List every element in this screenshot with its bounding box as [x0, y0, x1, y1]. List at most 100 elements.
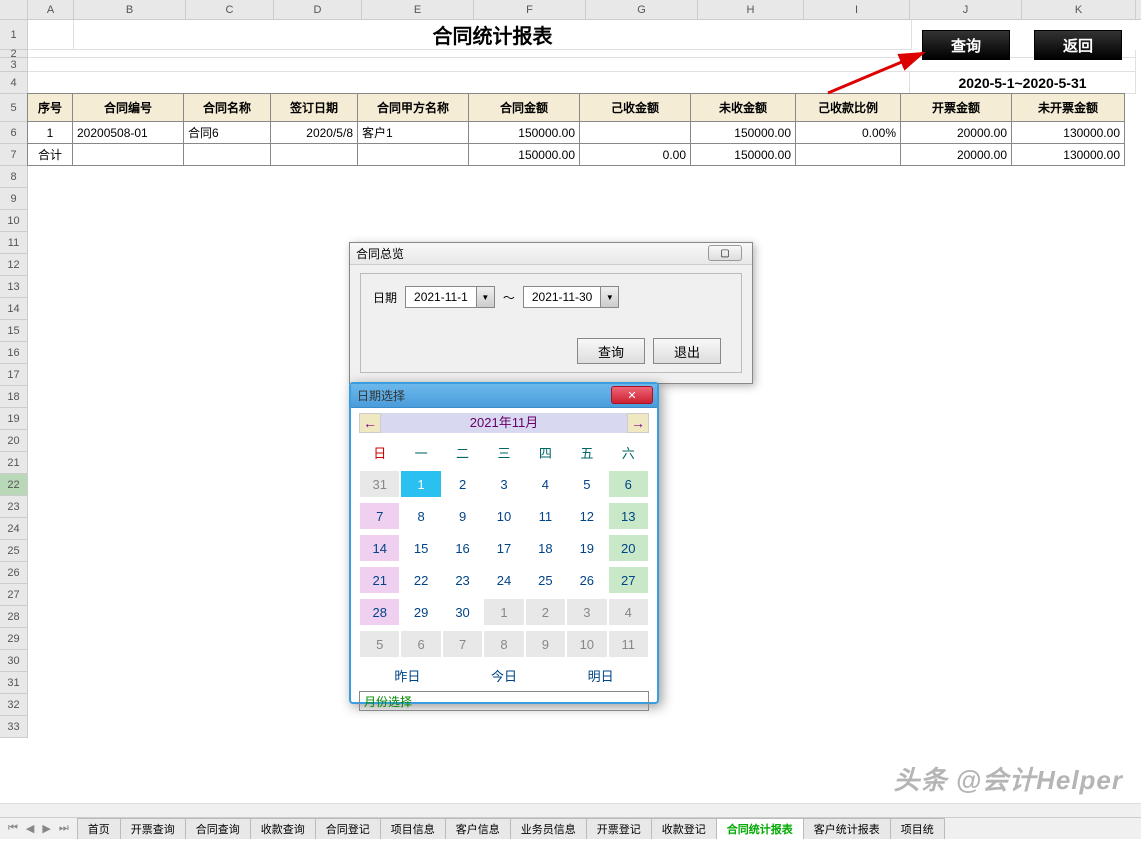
cell-total-label[interactable]: 合计: [27, 143, 73, 166]
row-header[interactable]: 2: [0, 50, 28, 58]
horizontal-scrollbar[interactable]: [0, 803, 1141, 817]
col-header[interactable]: G: [586, 0, 698, 19]
row-header[interactable]: 32: [0, 694, 28, 716]
row-header[interactable]: 24: [0, 518, 28, 540]
calendar-day[interactable]: 7: [443, 631, 482, 657]
row-header[interactable]: 19: [0, 408, 28, 430]
col-header[interactable]: A: [28, 0, 74, 19]
cell-total-amount[interactable]: 150000.00: [468, 143, 580, 166]
calendar-day[interactable]: 9: [526, 631, 565, 657]
calendar-day[interactable]: 28: [360, 599, 399, 625]
row-header[interactable]: 26: [0, 562, 28, 584]
calendar-day[interactable]: 3: [567, 599, 606, 625]
last-tab-icon[interactable]: ⏭: [59, 822, 69, 835]
calendar-day[interactable]: 7: [360, 503, 399, 529]
row-header[interactable]: 14: [0, 298, 28, 320]
calendar-day[interactable]: 13: [609, 503, 648, 529]
row-header[interactable]: 15: [0, 320, 28, 342]
col-header[interactable]: I: [804, 0, 910, 19]
calendar-day[interactable]: 5: [567, 471, 606, 497]
cell-invoiced[interactable]: 20000.00: [900, 121, 1012, 144]
yesterday-link[interactable]: 昨日: [382, 664, 432, 687]
table-total-row[interactable]: 合计 150000.00 0.00 150000.00 20000.00 130…: [28, 144, 1136, 166]
calendar-day[interactable]: 12: [567, 503, 606, 529]
row-header[interactable]: 31: [0, 672, 28, 694]
col-header[interactable]: E: [362, 0, 474, 19]
col-header[interactable]: H: [698, 0, 804, 19]
row-header[interactable]: 10: [0, 210, 28, 232]
row-header[interactable]: 21: [0, 452, 28, 474]
col-header[interactable]: J: [910, 0, 1022, 19]
cell-received[interactable]: [579, 121, 691, 144]
next-month-button[interactable]: →: [627, 413, 649, 433]
calendar-day[interactable]: 8: [401, 503, 440, 529]
today-link[interactable]: 今日: [479, 664, 529, 687]
row-header[interactable]: 30: [0, 650, 28, 672]
row-header[interactable]: 8: [0, 166, 28, 188]
dialog-query-button[interactable]: 查询: [577, 338, 645, 364]
row-header[interactable]: 7: [0, 144, 28, 166]
sheet-tab[interactable]: 开票登记: [586, 818, 652, 839]
row-header[interactable]: 17: [0, 364, 28, 386]
back-button[interactable]: 返回: [1034, 30, 1122, 60]
calendar-day[interactable]: 31: [360, 471, 399, 497]
calendar-day[interactable]: 9: [443, 503, 482, 529]
col-header[interactable]: K: [1022, 0, 1136, 19]
close-icon[interactable]: ▢: [708, 245, 742, 261]
cell-party[interactable]: 客户1: [357, 121, 469, 144]
calendar-day[interactable]: 17: [484, 535, 523, 561]
month-select-input[interactable]: 月份选择: [359, 691, 649, 711]
calendar-day[interactable]: 11: [609, 631, 648, 657]
row-header[interactable]: 6: [0, 122, 28, 144]
cell-no[interactable]: 1: [27, 121, 73, 144]
calendar-day[interactable]: 23: [443, 567, 482, 593]
sheet-tab[interactable]: 业务员信息: [510, 818, 587, 839]
col-header[interactable]: C: [186, 0, 274, 19]
select-all-cell[interactable]: [0, 0, 28, 19]
sheet-tab[interactable]: 首页: [77, 818, 121, 839]
row-header[interactable]: 16: [0, 342, 28, 364]
cell-code[interactable]: 20200508-01: [72, 121, 184, 144]
calendar-day[interactable]: 6: [609, 471, 648, 497]
chevron-down-icon[interactable]: ▼: [476, 287, 494, 307]
calendar-day[interactable]: 4: [609, 599, 648, 625]
row-header[interactable]: 23: [0, 496, 28, 518]
chevron-down-icon[interactable]: ▼: [600, 287, 618, 307]
calendar-day[interactable]: 30: [443, 599, 482, 625]
date-to-combo[interactable]: 2021-11-30 ▼: [523, 286, 620, 308]
prev-month-button[interactable]: ←: [359, 413, 381, 433]
tomorrow-link[interactable]: 明日: [576, 664, 626, 687]
calendar-day[interactable]: 6: [401, 631, 440, 657]
cell-total-unreceived[interactable]: 150000.00: [690, 143, 796, 166]
row-header[interactable]: 4: [0, 72, 28, 94]
calendar-day[interactable]: 10: [567, 631, 606, 657]
cell-amount[interactable]: 150000.00: [468, 121, 580, 144]
sheet-tab[interactable]: 合同统计报表: [716, 818, 804, 839]
col-header[interactable]: F: [474, 0, 586, 19]
cell-total-uninvoiced[interactable]: 130000.00: [1011, 143, 1125, 166]
cell-total-received[interactable]: 0.00: [579, 143, 691, 166]
close-icon[interactable]: ✕: [611, 386, 653, 404]
date-from-combo[interactable]: 2021-11-1 ▼: [405, 286, 495, 308]
first-tab-icon[interactable]: ⏮: [8, 822, 18, 835]
calendar-day[interactable]: 5: [360, 631, 399, 657]
sheet-tab[interactable]: 项目信息: [380, 818, 446, 839]
calendar-day[interactable]: 26: [567, 567, 606, 593]
row-header[interactable]: 1: [0, 20, 28, 50]
col-header[interactable]: B: [74, 0, 186, 19]
cell-uninvoiced[interactable]: 130000.00: [1011, 121, 1125, 144]
calendar-day[interactable]: 21: [360, 567, 399, 593]
cell-date[interactable]: 2020/5/8: [270, 121, 358, 144]
row-header[interactable]: 25: [0, 540, 28, 562]
row-header[interactable]: 11: [0, 232, 28, 254]
table-row[interactable]: 1 20200508-01 合同6 2020/5/8 客户1 150000.00…: [28, 122, 1136, 144]
calendar-day[interactable]: 22: [401, 567, 440, 593]
row-header[interactable]: 28: [0, 606, 28, 628]
calendar-day[interactable]: 10: [484, 503, 523, 529]
row-header[interactable]: 5: [0, 94, 28, 122]
calendar-day[interactable]: 25: [526, 567, 565, 593]
row-header[interactable]: 18: [0, 386, 28, 408]
row-header[interactable]: 9: [0, 188, 28, 210]
col-header[interactable]: D: [274, 0, 362, 19]
calendar-day[interactable]: 3: [484, 471, 523, 497]
